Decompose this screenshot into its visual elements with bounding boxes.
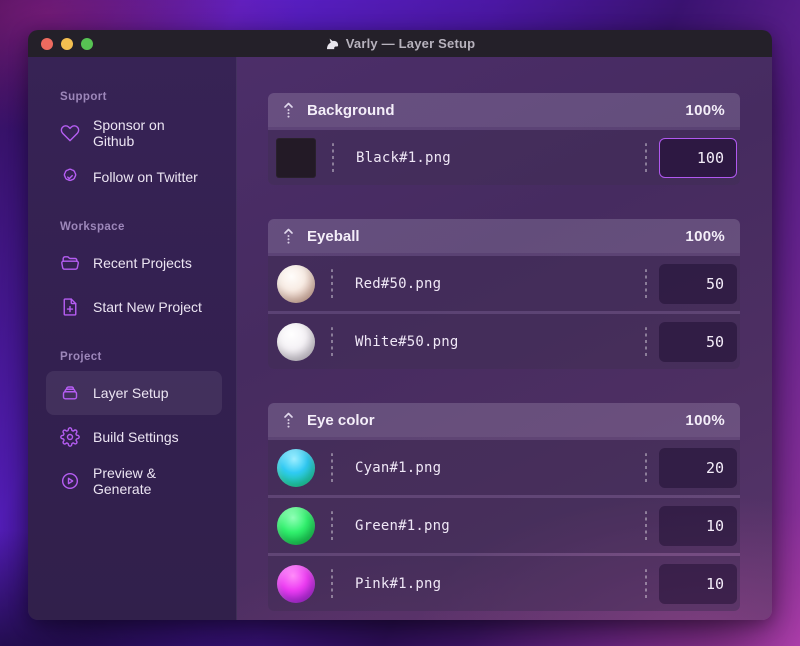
dotted-divider bbox=[645, 326, 647, 357]
layer-row: Green#1.png bbox=[268, 498, 740, 553]
minimize-button[interactable] bbox=[61, 37, 73, 50]
sidebar-section-workspace: Workspace bbox=[60, 221, 125, 233]
dotted-divider bbox=[331, 452, 333, 483]
sidebar-item-label: Start New Project bbox=[93, 299, 202, 315]
folder-open-icon bbox=[60, 253, 80, 273]
group-weight: 100% bbox=[685, 101, 725, 119]
layer-weight-input[interactable] bbox=[659, 321, 737, 362]
sidebar-section-support: Support bbox=[60, 91, 107, 103]
sidebar-item-sponsor-github[interactable]: Sponsor on Github bbox=[46, 111, 222, 155]
unicorn-icon bbox=[325, 36, 340, 51]
drag-handle-icon[interactable] bbox=[283, 101, 294, 120]
layer-row: Black#1.png bbox=[268, 130, 740, 185]
dotted-divider bbox=[645, 452, 647, 483]
layer-thumbnail bbox=[277, 506, 315, 545]
layer-weight-input[interactable] bbox=[659, 563, 737, 604]
layer-group-background: Background 100% Black#1.png bbox=[268, 93, 740, 185]
sidebar-item-recent-projects[interactable]: Recent Projects bbox=[46, 241, 222, 285]
sidebar-item-preview-generate[interactable]: Preview & Generate bbox=[46, 459, 222, 503]
layer-weight-input[interactable] bbox=[659, 263, 737, 304]
dotted-divider bbox=[645, 268, 647, 299]
sidebar: Support Sponsor on Github Follow on Twit… bbox=[28, 57, 237, 620]
group-name: Eye color bbox=[307, 411, 375, 429]
app-window: Varly — Layer Setup Support Sponsor on G… bbox=[28, 30, 772, 620]
sidebar-item-label: Preview & Generate bbox=[93, 465, 157, 497]
layer-weight-input[interactable] bbox=[659, 505, 737, 546]
layer-thumbnail bbox=[277, 448, 315, 487]
layer-group-eye-color: Eye color 100% Cyan#1.png Green#1.png bbox=[268, 403, 740, 611]
badge-check-icon bbox=[60, 167, 80, 187]
dotted-divider bbox=[645, 510, 647, 541]
group-weight: 100% bbox=[685, 227, 725, 245]
layer-thumbnail bbox=[276, 137, 316, 178]
sidebar-item-label: Sponsor on Github bbox=[93, 117, 165, 149]
layer-row: Red#50.png bbox=[268, 256, 740, 311]
layer-row: Cyan#1.png bbox=[268, 440, 740, 495]
layer-filename: White#50.png bbox=[355, 333, 459, 350]
layer-thumbnail bbox=[277, 264, 315, 303]
sidebar-section-project: Project bbox=[60, 351, 102, 363]
sidebar-item-label: Layer Setup bbox=[93, 385, 169, 401]
dotted-divider bbox=[645, 142, 647, 173]
layer-row: White#50.png bbox=[268, 314, 740, 369]
group-header: Background 100% bbox=[268, 93, 740, 127]
layer-filename: Cyan#1.png bbox=[355, 459, 442, 476]
dotted-divider bbox=[645, 568, 647, 599]
dotted-divider bbox=[331, 568, 333, 599]
window-title: Varly — Layer Setup bbox=[325, 36, 476, 51]
layer-thumbnail bbox=[277, 564, 315, 603]
dotted-divider bbox=[331, 268, 333, 299]
layer-filename: Pink#1.png bbox=[355, 575, 442, 592]
dotted-divider bbox=[332, 142, 334, 173]
sidebar-item-layer-setup[interactable]: Layer Setup bbox=[46, 371, 222, 415]
layer-thumbnail bbox=[277, 322, 315, 361]
layer-weight-input[interactable] bbox=[659, 137, 737, 178]
group-weight: 100% bbox=[685, 411, 725, 429]
zoom-button[interactable] bbox=[81, 37, 93, 50]
layer-filename: Red#50.png bbox=[355, 275, 442, 292]
dotted-divider bbox=[331, 326, 333, 357]
drag-handle-icon[interactable] bbox=[283, 227, 294, 246]
sidebar-item-label: Recent Projects bbox=[93, 255, 192, 271]
sidebar-item-start-new-project[interactable]: Start New Project bbox=[46, 285, 222, 329]
play-circle-icon bbox=[60, 471, 80, 491]
gear-icon bbox=[60, 427, 80, 447]
layer-row: Pink#1.png bbox=[268, 556, 740, 611]
traffic-lights bbox=[41, 30, 93, 57]
group-name: Eyeball bbox=[307, 227, 360, 245]
document-plus-icon bbox=[60, 297, 80, 317]
layer-weight-input[interactable] bbox=[659, 447, 737, 488]
group-name: Background bbox=[307, 101, 395, 119]
heart-icon bbox=[60, 123, 80, 143]
layer-group-eyeball: Eyeball 100% Red#50.png White#50.png bbox=[268, 219, 740, 369]
sidebar-item-build-settings[interactable]: Build Settings bbox=[46, 415, 222, 459]
dotted-divider bbox=[331, 510, 333, 541]
drag-handle-icon[interactable] bbox=[283, 411, 294, 430]
sidebar-item-label: Follow on Twitter bbox=[93, 169, 198, 185]
window-title-text: Varly — Layer Setup bbox=[345, 36, 476, 51]
layer-filename: Green#1.png bbox=[355, 517, 450, 534]
layers-box-icon bbox=[60, 383, 80, 403]
group-header: Eyeball 100% bbox=[268, 219, 740, 253]
close-button[interactable] bbox=[41, 37, 53, 50]
sidebar-item-follow-twitter[interactable]: Follow on Twitter bbox=[46, 155, 222, 199]
group-header: Eye color 100% bbox=[268, 403, 740, 437]
layer-filename: Black#1.png bbox=[356, 149, 451, 166]
layer-setup-panel: Background 100% Black#1.png 100 Eyeball … bbox=[237, 57, 772, 620]
titlebar[interactable]: Varly — Layer Setup bbox=[28, 30, 772, 57]
sidebar-item-label: Build Settings bbox=[93, 429, 179, 445]
